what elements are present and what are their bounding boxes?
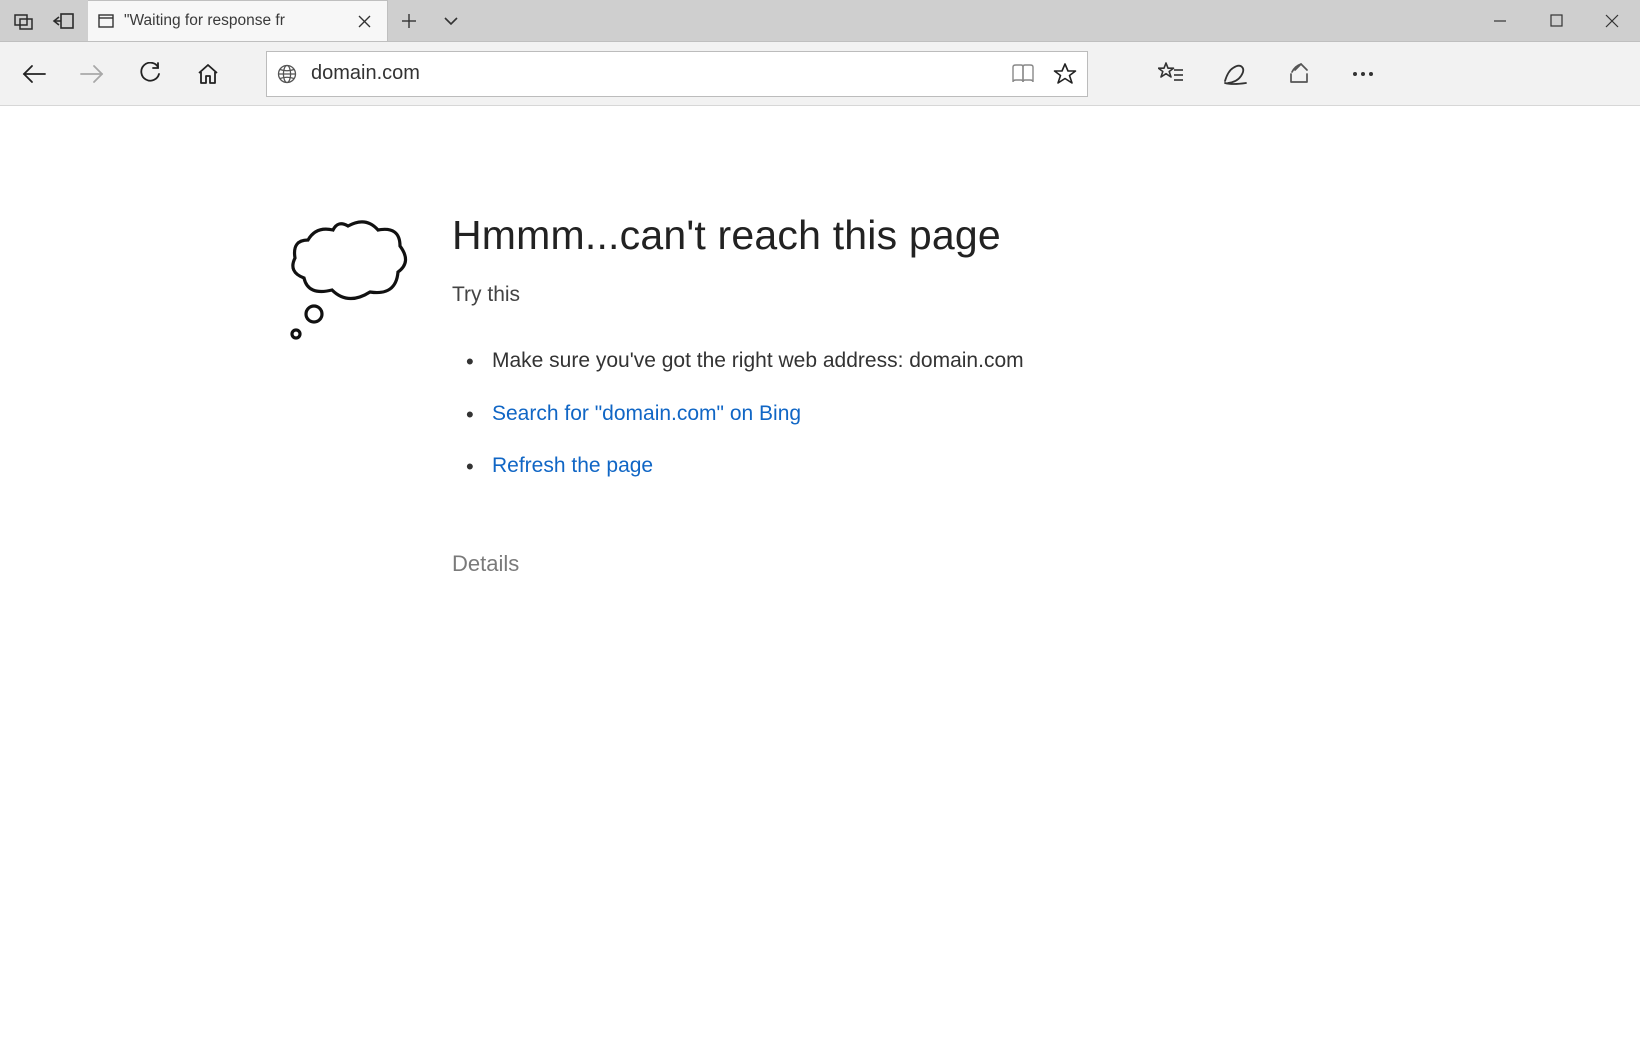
thought-cloud-icon — [278, 212, 428, 577]
browser-tab-active[interactable]: "Waiting for response fr — [88, 0, 388, 41]
address-bar[interactable] — [266, 51, 1088, 97]
back-button[interactable] — [18, 58, 50, 90]
refresh-button[interactable] — [134, 58, 166, 90]
error-heading: Hmmm...can't reach this page — [452, 212, 1024, 259]
url-input[interactable] — [311, 62, 1011, 85]
forward-button — [76, 58, 108, 90]
toolbar-actions — [1156, 59, 1386, 89]
navigation-buttons — [10, 58, 232, 90]
tab-bar: "Waiting for response fr — [0, 0, 1640, 42]
window-minimize-button[interactable] — [1472, 0, 1528, 42]
tab-scroll-chevron-icon[interactable] — [430, 0, 472, 41]
window-close-button[interactable] — [1584, 0, 1640, 42]
page-content: Hmmm...can't reach this page Try this Ma… — [0, 106, 1640, 577]
home-button[interactable] — [192, 58, 224, 90]
share-icon[interactable] — [1284, 59, 1314, 89]
browser-toolbar — [0, 42, 1640, 106]
new-tab-button[interactable] — [388, 0, 430, 41]
tab-close-button[interactable] — [351, 8, 377, 34]
tab-title: "Waiting for response fr — [124, 12, 341, 30]
suggestion-refresh: Refresh the page — [472, 450, 1024, 483]
tab-preview-icon[interactable] — [14, 12, 34, 30]
window-maximize-button[interactable] — [1528, 0, 1584, 42]
tab-favicon-icon — [98, 14, 114, 28]
suggestion-check-address: Make sure you've got the right web addre… — [472, 345, 1024, 378]
favorites-hub-icon[interactable] — [1156, 59, 1186, 89]
site-identity-icon[interactable] — [277, 64, 297, 84]
tab-system-icons — [0, 0, 88, 41]
error-subheading: Try this — [452, 283, 1024, 307]
notes-icon[interactable] — [1220, 59, 1250, 89]
reading-view-icon[interactable] — [1011, 63, 1035, 85]
window-controls — [1472, 0, 1640, 41]
error-suggestions-list: Make sure you've got the right web addre… — [452, 345, 1024, 483]
search-bing-link[interactable]: Search for "domain.com" on Bing — [492, 402, 801, 425]
more-menu-icon[interactable] — [1348, 59, 1378, 89]
error-message-column: Hmmm...can't reach this page Try this Ma… — [452, 212, 1024, 577]
favorite-star-icon[interactable] — [1053, 62, 1077, 86]
refresh-page-link[interactable]: Refresh the page — [492, 454, 653, 477]
error-details-toggle[interactable]: Details — [452, 551, 519, 577]
suggestion-search-bing: Search for "domain.com" on Bing — [472, 398, 1024, 431]
set-aside-tabs-icon[interactable] — [52, 12, 74, 30]
